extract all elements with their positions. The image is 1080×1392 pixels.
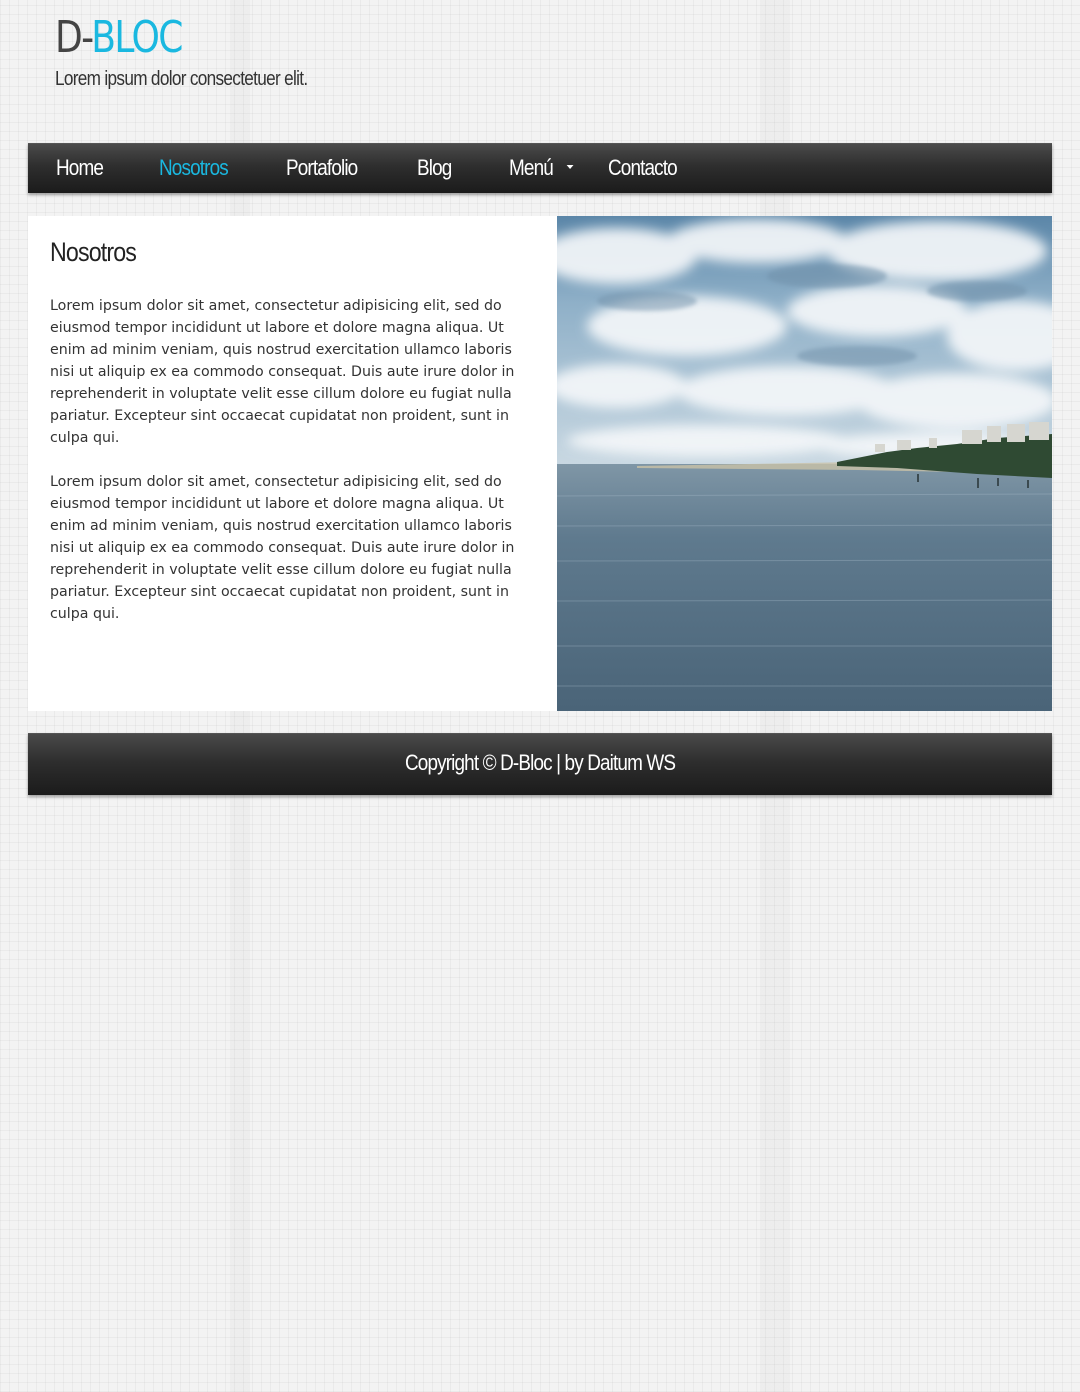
nav-item-menu-label: Menú	[509, 155, 554, 180]
nav-item-menu[interactable]: Menú	[509, 144, 574, 192]
nav-item-blog[interactable]: Blog	[417, 144, 452, 192]
page-title: Nosotros	[50, 237, 137, 267]
content-text: Nosotros Lorem ipsum dolor sit amet, con…	[50, 234, 535, 625]
footer-copyright: Copyright © D-Bloc | by Daitum WS	[404, 750, 676, 775]
nav-item-home[interactable]: Home	[56, 144, 104, 192]
site-footer: Copyright © D-Bloc | by Daitum WS	[28, 733, 1052, 795]
site-logo[interactable]: D-BLOC	[55, 10, 296, 66]
main-nav: Home Nosotros Portafolio Blog Menú Conta…	[28, 143, 1052, 193]
site-tagline: Lorem ipsum dolor consectetuer elit.	[55, 68, 308, 90]
content-paragraph: Lorem ipsum dolor sit amet, consectetur …	[50, 474, 515, 622]
nav-item-portafolio[interactable]: Portafolio	[286, 144, 358, 192]
main-content: Nosotros Lorem ipsum dolor sit amet, con…	[28, 216, 1052, 711]
site-header: D-BLOC Lorem ipsum dolor consectetuer el…	[55, 10, 349, 91]
nav-item-contacto[interactable]: Contacto	[608, 144, 678, 192]
nav-item-nosotros[interactable]: Nosotros	[159, 144, 229, 192]
content-paragraph: Lorem ipsum dolor sit amet, consectetur …	[50, 298, 515, 446]
logo-prefix: D-	[55, 12, 93, 63]
seaside-photo	[557, 216, 1052, 711]
chevron-down-icon	[566, 165, 574, 170]
logo-accent: BLOC	[91, 12, 183, 63]
